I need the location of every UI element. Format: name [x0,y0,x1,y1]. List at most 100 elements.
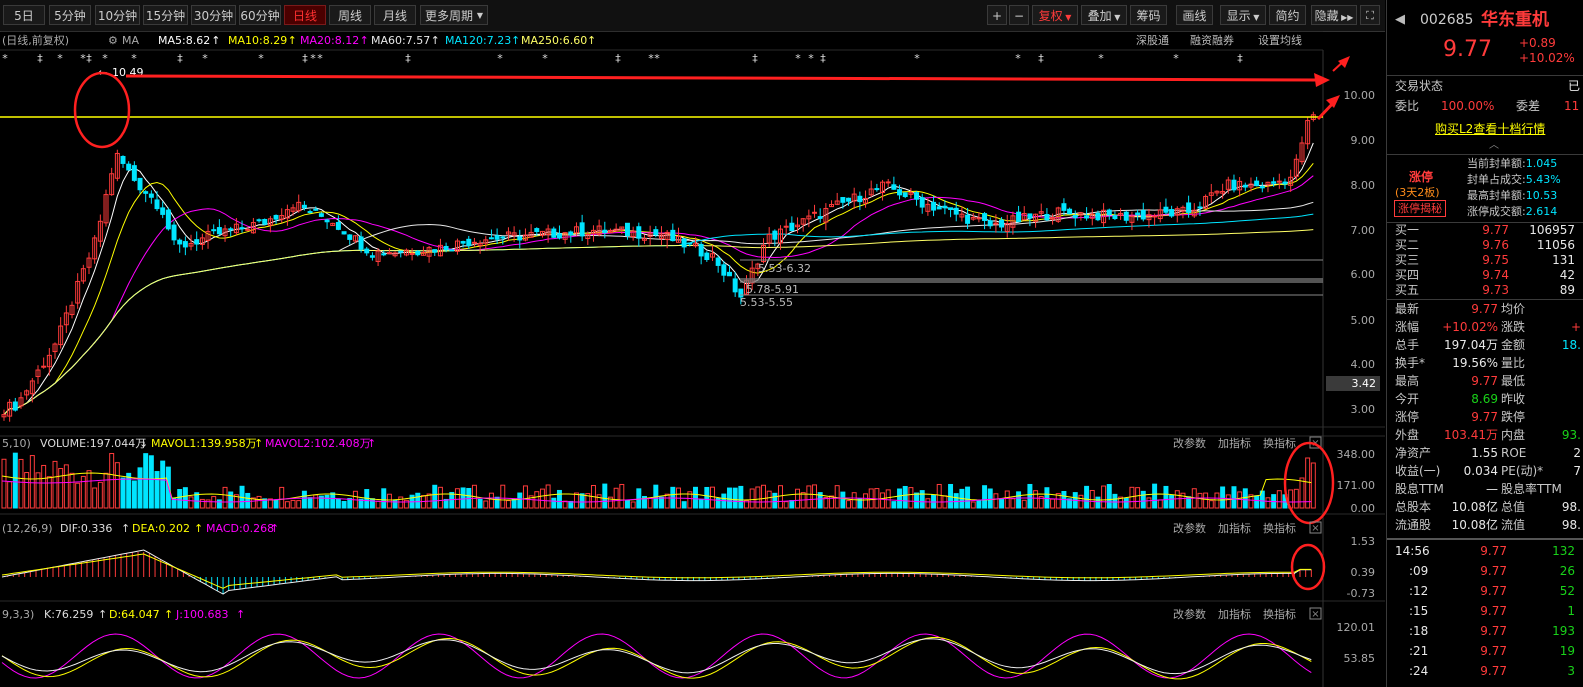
volume-bar [891,501,897,509]
macd-edit-params-link[interactable]: 改参数 [1173,521,1206,535]
fuquan-button[interactable]: 复权 ▼ [1032,5,1078,25]
candle-body [885,181,891,184]
chips-button[interactable]: 筹码 [1130,5,1167,25]
bid-price: 9.73 [1482,283,1509,297]
candle-body [982,213,988,221]
volume-bar [851,492,857,509]
candle-body [432,249,438,253]
candle-body [398,250,404,253]
price-tick: 10.00 [1344,89,1376,102]
macd-tick: 1.53 [1351,535,1376,548]
settings-icon[interactable]: ⚙ [108,34,118,47]
weibi-value: 100.00% [1441,99,1495,113]
candle-body [1152,215,1158,218]
ma-value-label: MA10:8.29 [228,34,287,47]
tab-5min[interactable]: 5分钟 [49,5,91,25]
limit-stats: 当前封单额:1.045 封单占成交:5.43% 最高封单额:10.53 涨停成交… [1467,156,1561,220]
event-marker-icon: ‡ [405,52,411,65]
candle-body [568,231,574,236]
kdj-add-indicator-link[interactable]: 加指标 [1218,607,1251,621]
volume-value: VOLUME:197.044万 [40,437,146,450]
candle-body [1271,181,1277,184]
kdj-switch-indicator-link[interactable]: 换指标 [1263,607,1296,621]
tick-price: 9.77 [1480,584,1507,598]
candle-body [891,184,897,190]
zoom-in-button[interactable]: + [987,5,1007,25]
mavol1-up-arrow-icon: ↑ [254,437,263,450]
tab-5day[interactable]: 5日 [3,5,45,25]
candle-body [256,219,262,222]
candle-body [324,219,330,223]
zoom-out-button[interactable]: − [1009,5,1029,25]
display-button[interactable]: 显示 ▼ [1220,5,1266,25]
more-periods-label: 更多周期 [424,9,473,23]
macd-add-indicator-link[interactable]: 加指标 [1218,521,1251,535]
event-marker-icon: * [202,52,208,65]
volume-bar [1095,496,1101,509]
volume-bar [936,483,942,509]
candle-body [936,206,942,210]
macd-switch-indicator-link[interactable]: 换指标 [1263,521,1296,535]
draw-line-button[interactable]: 画线 [1176,5,1213,25]
candle-body [953,207,959,215]
tab-60min[interactable]: 60分钟 [239,5,281,25]
candle-body [239,227,245,230]
stat-row: 最高 9.77 最低 [1387,372,1583,390]
vol-add-indicator-link[interactable]: 加指标 [1218,436,1251,450]
fullscreen-icon[interactable]: ⛶ [1360,5,1380,25]
ma-up-arrow-icon: ↑ [211,34,220,47]
hide-button[interactable]: 隐藏 ▶▶ [1311,5,1357,25]
price-tick: 7.00 [1351,224,1376,237]
limit-reveal-button[interactable]: 涨停揭秘 [1394,200,1446,217]
dif-up-arrow-icon: ↑ [121,522,130,535]
candle-body [313,208,319,211]
volume-bar [1276,490,1282,509]
volume-bar [222,486,228,509]
fuquan-label: 复权 [1038,9,1063,23]
volume-bar [573,492,579,509]
tab-more-periods[interactable]: 更多周期 ▼ [420,5,488,25]
tab-monthly[interactable]: 月线 [374,5,416,25]
volume-bar [86,470,92,509]
back-arrow-icon[interactable]: ◀ [1395,9,1405,31]
tick-price: 9.77 [1480,664,1507,678]
stat-value: 9.77 [1471,302,1498,316]
dea-line [1,553,1312,589]
trend-arrow-line [125,74,1319,82]
overlay-button[interactable]: 叠加 ▼ [1081,5,1127,25]
mavol2-up-arrow-icon: ↑ [367,437,376,450]
candle-body [687,242,693,245]
ma-settings-link[interactable]: 设置均线 [1258,33,1302,47]
stat-value: 0.034 [1463,464,1498,478]
volume-bar [693,486,698,509]
chevron-up-icon[interactable]: ︿ [1489,139,1499,153]
bid-price: 9.77 [1482,223,1509,237]
l2-link[interactable]: 购买L2查看十档行情 [1387,120,1583,139]
volume-bar [494,496,500,509]
kdj-edit-params-link[interactable]: 改参数 [1173,607,1206,621]
volume-bar [148,455,154,509]
margin-trading-link[interactable]: 融资融券 [1190,33,1234,47]
stat-value-2: 7 [1573,464,1581,478]
tab-15min[interactable]: 15分钟 [143,5,188,25]
vol-edit-params-link[interactable]: 改参数 [1173,436,1206,450]
hk-connect-link[interactable]: 深股通 [1136,34,1169,47]
tab-10min[interactable]: 10分钟 [95,5,140,25]
tab-30min[interactable]: 30分钟 [191,5,236,25]
tab-daily[interactable]: 日线 [284,5,326,25]
bid-label: 买四 [1395,268,1420,282]
kline-chart[interactable]: (日线,前复权) ⚙ MA MA5:8.62 ↑ MA10:8.29 ↑ MA20:8.… [0,31,1385,687]
tab-weekly[interactable]: 周线 [329,5,371,25]
collapse-toggle[interactable]: ︿ [1387,139,1583,153]
volume-bar [199,498,205,509]
volume-bar [953,493,959,509]
ma-value-label: MA20:8.12 [300,34,359,47]
l2-link-text[interactable]: 购买L2查看十档行情 [1435,120,1545,139]
candle-body [517,236,523,241]
volume-bar [1123,497,1129,509]
simple-button[interactable]: 简约 [1269,5,1306,25]
volume-bar [624,499,630,509]
candle-body [160,207,166,215]
vol-switch-indicator-link[interactable]: 换指标 [1263,436,1296,450]
ma-up-arrow-icon: ↑ [587,34,596,47]
